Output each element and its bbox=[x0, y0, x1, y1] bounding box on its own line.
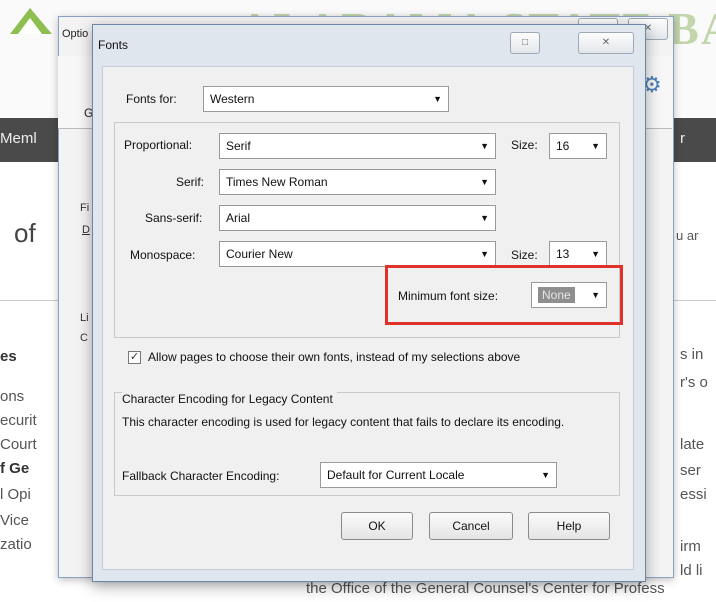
right-column-text: s in r's o late ser essi irm ld li bbox=[668, 316, 716, 576]
dropdown-arrow-icon: ▼ bbox=[591, 141, 600, 151]
site-logo bbox=[10, 8, 52, 34]
left-line[interactable]: f Ge bbox=[0, 460, 29, 477]
dropdown-arrow-icon: ▼ bbox=[480, 213, 489, 223]
highlight-box bbox=[385, 265, 623, 325]
encoding-description: This character encoding is used for lega… bbox=[122, 415, 565, 429]
serif-value: Times New Roman bbox=[226, 175, 328, 189]
monospace-value: Courier New bbox=[226, 247, 293, 261]
monospace-size-value: 13 bbox=[556, 247, 570, 261]
right-line: ser bbox=[680, 462, 701, 479]
fonts-for-label: Fonts for: bbox=[126, 92, 177, 106]
encoding-group-title: Character Encoding for Legacy Content bbox=[122, 392, 337, 406]
allow-pages-checkbox[interactable]: ✓ bbox=[128, 351, 141, 364]
fallback-encoding-value: Default for Current Locale bbox=[327, 468, 465, 482]
nav-item-right[interactable]: r bbox=[680, 130, 685, 147]
allow-pages-label: Allow pages to choose their own fonts, i… bbox=[148, 350, 521, 364]
dropdown-arrow-icon: ▼ bbox=[433, 94, 442, 104]
options-window-title: Optio bbox=[62, 28, 89, 40]
dialog-title: Fonts bbox=[98, 38, 129, 52]
dropdown-arrow-icon: ▼ bbox=[480, 177, 489, 187]
proportional-label: Proportional: bbox=[124, 138, 193, 152]
ok-button[interactable]: OK bbox=[341, 512, 413, 540]
footer-text: the Office of the General Counsel's Cent… bbox=[306, 580, 665, 597]
proportional-size-value: 16 bbox=[556, 139, 570, 153]
right-line: irm bbox=[680, 538, 701, 555]
help-button[interactable]: Help bbox=[528, 512, 610, 540]
restore-icon[interactable]: □ bbox=[510, 32, 540, 54]
text-fragment: u ar bbox=[676, 228, 699, 243]
monospace-size-select[interactable]: 13 ▼ bbox=[549, 241, 607, 267]
dropdown-arrow-icon: ▼ bbox=[480, 249, 489, 259]
dropdown-arrow-icon: ▼ bbox=[480, 141, 489, 151]
dropdown-arrow-icon: ▼ bbox=[591, 249, 600, 259]
monospace-select[interactable]: Courier New ▼ bbox=[219, 241, 496, 267]
fallback-encoding-label: Fallback Character Encoding: bbox=[122, 469, 280, 483]
proportional-select[interactable]: Serif ▼ bbox=[219, 133, 496, 159]
left-line: es bbox=[0, 348, 17, 365]
left-line[interactable]: zatio bbox=[0, 536, 32, 553]
fallback-encoding-select[interactable]: Default for Current Locale ▼ bbox=[320, 462, 557, 488]
proportional-value: Serif bbox=[226, 139, 251, 153]
serif-label: Serif: bbox=[176, 175, 205, 189]
right-line: s in bbox=[680, 346, 704, 363]
proportional-size-select[interactable]: 16 ▼ bbox=[549, 133, 607, 159]
right-line: r's o bbox=[680, 374, 708, 391]
left-line[interactable]: l Opi bbox=[0, 486, 31, 503]
monospace-label: Monospace: bbox=[130, 248, 196, 262]
page-heading-fragment: of bbox=[14, 218, 36, 248]
fonts-for-select[interactable]: Western ▼ bbox=[203, 86, 449, 112]
right-line: late bbox=[680, 436, 705, 453]
options-fragment: Li bbox=[80, 312, 89, 324]
options-fragment: D bbox=[82, 224, 90, 236]
right-line: essi bbox=[680, 486, 707, 503]
sans-serif-select[interactable]: Arial ▼ bbox=[219, 205, 496, 231]
serif-select[interactable]: Times New Roman ▼ bbox=[219, 169, 496, 195]
proportional-size-label: Size: bbox=[511, 138, 538, 152]
dialog-close-button[interactable]: ✕ bbox=[578, 32, 634, 54]
left-line[interactable]: ons bbox=[0, 388, 24, 405]
options-fragment: C bbox=[80, 332, 88, 344]
nav-item-members[interactable]: Meml bbox=[0, 130, 37, 147]
options-fragment: Fi bbox=[80, 202, 90, 214]
left-line[interactable]: ecurit bbox=[0, 412, 37, 429]
left-line[interactable]: Court bbox=[0, 436, 37, 453]
cancel-button[interactable]: Cancel bbox=[429, 512, 513, 540]
sans-serif-value: Arial bbox=[226, 211, 251, 225]
left-line[interactable]: Vice bbox=[0, 512, 29, 529]
fonts-for-value: Western bbox=[210, 92, 255, 106]
monospace-size-label: Size: bbox=[511, 248, 538, 262]
dropdown-arrow-icon: ▼ bbox=[541, 470, 550, 480]
sans-serif-label: Sans-serif: bbox=[145, 211, 203, 225]
right-line: ld li bbox=[680, 562, 703, 576]
